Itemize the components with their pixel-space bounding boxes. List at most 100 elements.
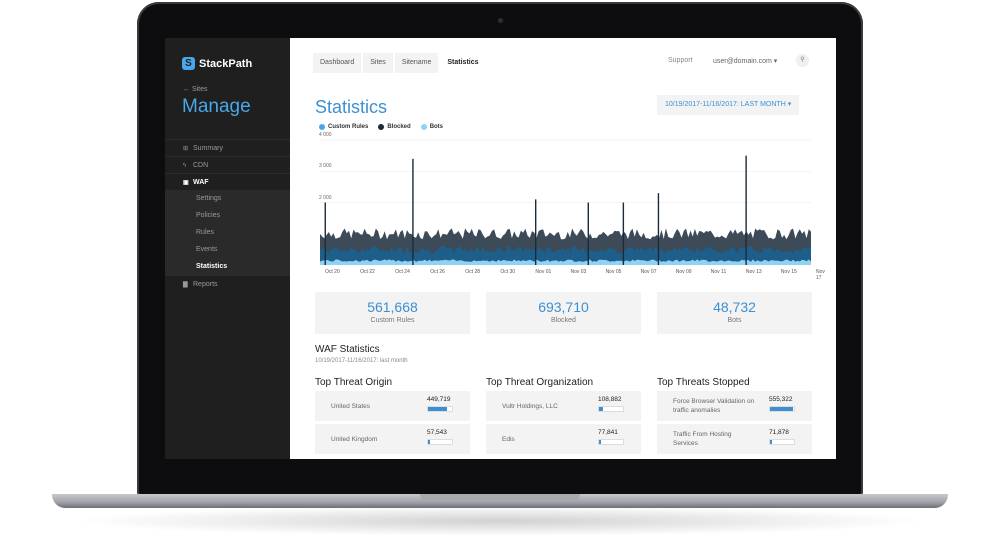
row-label: United States — [331, 402, 371, 410]
sidebar-heading: Manage — [182, 96, 251, 117]
bolt-icon: ϟ — [183, 163, 187, 169]
sidebar: S StackPath ← Sites Manage ⊞ Summary ϟ CDN… — [165, 38, 290, 459]
sidebar-subitem-rules[interactable]: Rules — [165, 224, 290, 241]
table-row[interactable]: United States 449,719 — [315, 391, 470, 421]
table-row[interactable]: Edis 77,841 — [486, 424, 641, 454]
row-bar-fill — [428, 407, 448, 411]
row-value: 555,322 — [769, 396, 793, 403]
legend-dot — [420, 124, 427, 130]
shield-icon: ▣ — [183, 180, 189, 186]
sidebar-item-label: Reports — [193, 281, 218, 288]
laptop-shadow — [70, 506, 930, 536]
legend-label: Custom Rules — [328, 124, 369, 130]
sidebar-subitem-policies[interactable]: Policies — [165, 207, 290, 224]
x-tick-label: Nov 03 — [570, 269, 587, 275]
row-label: Traffic From Hosting Services — [673, 431, 732, 447]
x-tick-label: Nov 11 — [710, 269, 727, 275]
row-bar — [769, 406, 795, 412]
sidebar-item-reports[interactable]: ▇ Reports — [165, 275, 290, 292]
tab-dashboard[interactable]: Dashboard — [313, 53, 362, 73]
row-label: United Kingdom — [331, 435, 378, 443]
traffic-chart: 4 000 3 000 2 000 Oct 20 Oct 22 Oct 24 Oct 26 O… — [315, 132, 825, 281]
row-bar-fill — [599, 407, 603, 411]
search-icon[interactable]: ⚲ — [796, 54, 809, 67]
sidebar-subitem-settings[interactable]: Settings — [165, 190, 290, 207]
stat-value: 561,668 — [367, 299, 418, 315]
row-bar — [427, 439, 453, 445]
waf-statistics-title: WAF Statistics — [315, 344, 380, 355]
x-tick-label: Oct 30 — [500, 269, 516, 275]
row-value: 57,543 — [427, 429, 447, 436]
brand-logo[interactable]: S StackPath — [182, 57, 252, 70]
brand-name: StackPath — [199, 57, 253, 70]
stat-card-bots: 48,732 Bots — [657, 292, 812, 334]
row-bar — [598, 439, 624, 445]
stat-label: Custom Rules — [370, 317, 415, 324]
row-value: 449,719 — [427, 396, 451, 403]
threat-origin-title: Top Threat Origin — [315, 377, 393, 388]
stat-label: Blocked — [551, 317, 576, 324]
sidebar-item-label: WAF — [193, 179, 209, 186]
waf-submenu: Settings Policies Rules Events Statistic… — [165, 190, 290, 275]
x-tick-label: Nov 09 — [675, 269, 692, 275]
grid-icon: ⊞ — [183, 146, 189, 152]
tab-statistics[interactable]: Statistics — [440, 53, 486, 73]
stat-value: 693,710 — [538, 299, 589, 315]
legend-custom-rules[interactable]: Custom Rules — [319, 124, 368, 130]
y-tick-label: 3 000 — [319, 163, 332, 170]
x-tick-label: Nov 07 — [640, 269, 657, 275]
x-tick-label: Nov 13 — [745, 269, 762, 275]
breadcrumb-tabs: Dashboard Sites Sitename Statistics — [313, 53, 488, 73]
y-tick-label: 4 000 — [319, 132, 332, 139]
row-bar — [598, 406, 624, 412]
sidebar-item-label: CDN — [193, 162, 209, 169]
x-tick-label: Oct 28 — [465, 269, 481, 275]
x-tick-label: Nov 17 — [816, 269, 825, 281]
sidebar-item-waf[interactable]: ▣ WAF — [165, 173, 290, 190]
table-row[interactable]: Vultr Holdings, LLC 108,882 — [486, 391, 641, 421]
x-tick-label: Nov 01 — [535, 269, 552, 275]
support-link[interactable]: Support — [668, 57, 693, 64]
row-label: Edis — [502, 435, 515, 443]
chart-icon: ▇ — [183, 282, 188, 288]
chart-legend: Custom Rules Blocked Bots — [319, 124, 453, 130]
stat-card-blocked: 693,710 Blocked — [486, 292, 641, 334]
stat-value: 48,732 — [713, 299, 756, 315]
table-row[interactable]: United Kingdom 57,543 — [315, 424, 470, 454]
row-bar-fill — [599, 440, 602, 444]
sidebar-item-cdn[interactable]: ϟ CDN — [165, 156, 290, 173]
legend-dot — [378, 124, 385, 130]
traffic-chart-svg — [320, 139, 811, 265]
sidebar-subitem-statistics[interactable]: Statistics — [165, 258, 290, 275]
legend-blocked[interactable]: Blocked — [378, 124, 411, 130]
tab-sites[interactable]: Sites — [363, 53, 393, 73]
sidebar-item-summary[interactable]: ⊞ Summary — [165, 139, 290, 156]
back-to-sites-link[interactable]: ← Sites — [183, 86, 208, 93]
date-range-dropdown[interactable]: 10/19/2017-11/16/2017: LAST MONTH ▾ — [657, 95, 800, 115]
waf-statistics-subtitle: 10/19/2017-11/16/2017: last month — [315, 358, 408, 364]
table-row[interactable]: Traffic From Hosting Services 71,878 — [657, 424, 812, 454]
arrow-left-icon: ← — [183, 86, 190, 93]
threat-organization-title: Top Threat Organization — [486, 377, 594, 388]
x-tick-label: Oct 22 — [360, 269, 375, 275]
page-title: Statistics — [315, 97, 388, 117]
x-tick-label: Nov 15 — [780, 269, 797, 275]
user-menu[interactable]: user@domain.com ▾ — [713, 57, 777, 65]
row-value: 71,878 — [769, 429, 789, 436]
x-tick-label: Oct 20 — [325, 269, 340, 275]
row-bar-fill — [770, 440, 773, 444]
laptop-notch — [420, 494, 580, 501]
row-bar-fill — [770, 407, 793, 411]
row-bar — [769, 439, 795, 445]
legend-bots[interactable]: Bots — [420, 124, 444, 130]
camera-icon — [498, 18, 503, 23]
sidebar-item-label: Summary — [193, 145, 223, 152]
legend-label: Bots — [429, 124, 444, 130]
x-tick-label: Nov 05 — [605, 269, 622, 275]
x-tick-label: Oct 24 — [395, 269, 410, 275]
tab-sitename[interactable]: Sitename — [394, 53, 439, 73]
table-row[interactable]: Force Browser Validation on traffic anom… — [657, 391, 812, 421]
stackpath-logo-icon: S — [182, 57, 195, 70]
sidebar-subitem-events[interactable]: Events — [165, 241, 290, 258]
x-tick-label: Oct 26 — [430, 269, 445, 275]
